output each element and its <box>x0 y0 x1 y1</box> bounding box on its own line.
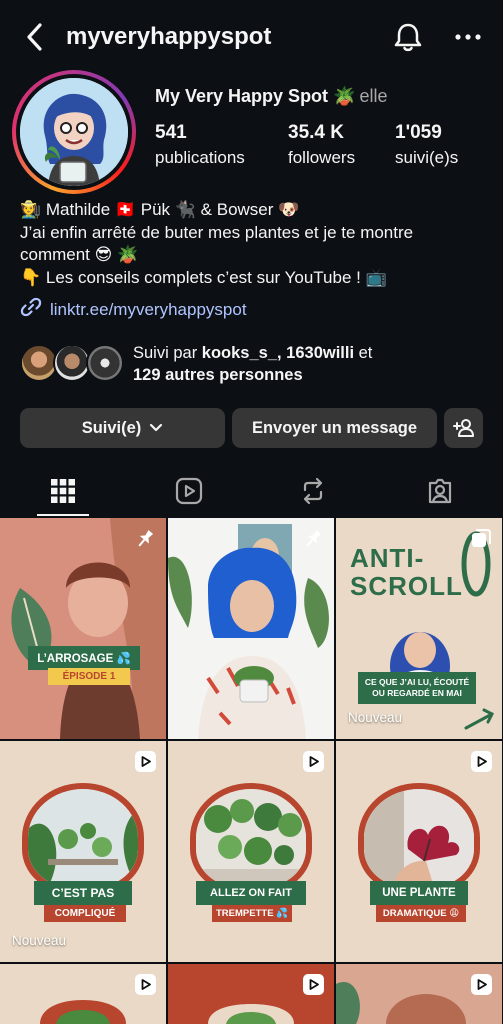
followed-prefix: Suivi par <box>133 344 202 362</box>
profile-avatar[interactable] <box>12 70 136 194</box>
reel-icon <box>135 974 156 995</box>
stat-label: publications <box>155 148 245 167</box>
bio-line: 🧑‍🌾 Mathilde 🇨🇭 Pük 🐈‍⬛ & Bowser 🐶 <box>20 200 300 219</box>
bio-link-text: linktr.ee/myveryhappyspot <box>50 299 247 319</box>
avatar <box>86 344 124 382</box>
bio-line: comment 😎 🪴 <box>20 245 139 264</box>
tab-reposts[interactable] <box>250 466 376 516</box>
following-button-label: Suivi(e) <box>81 418 142 437</box>
reposts-icon <box>299 477 327 505</box>
post-title: UNE PLANTE <box>370 881 468 905</box>
post-thumbnail[interactable] <box>168 964 334 1024</box>
post-title: C’EST PAS <box>34 881 132 905</box>
post-new-label: Nouveau <box>348 710 403 725</box>
avatar-illustration <box>20 78 128 186</box>
post-thumbnail[interactable] <box>0 964 166 1024</box>
post-subtitle: TREMPETTE 💦 <box>212 905 292 922</box>
bio-line: J’ai enfin arrêté de buter mes plantes e… <box>20 222 414 242</box>
followed-others: 129 autres personnes <box>133 366 303 384</box>
tab-tagged[interactable] <box>377 466 503 516</box>
top-bar: myveryhappyspot <box>0 0 503 74</box>
reel-icon <box>471 751 492 772</box>
chevron-left-icon[interactable] <box>20 20 50 54</box>
grid-icon <box>50 478 76 504</box>
bio-line: 👇 Les conseils complets c’est sur YouTub… <box>20 267 387 287</box>
message-button-label: Envoyer un message <box>251 418 418 437</box>
bell-icon[interactable] <box>392 20 424 54</box>
post-subtitle: DRAMATIQUE 😩 <box>376 905 466 922</box>
followed-names: kooks_s_, 1630willi <box>201 344 355 362</box>
posts-grid: L’ARROSAGE 💦 ÉPISODE 1 ANTI-SCROLL CE QU… <box>0 518 503 1024</box>
pin-icon <box>134 528 156 555</box>
post-image-frame <box>358 783 480 893</box>
post-thumbnail[interactable]: UNE PLANTE DRAMATIQUE 😩 <box>336 741 502 962</box>
followed-by-text[interactable]: Suivi par kooks_s_, 1630willi et 129 aut… <box>133 342 372 386</box>
stat-followers[interactable]: 35.4 K followers <box>288 120 355 170</box>
post-subtitle: COMPLIQUÉ <box>44 905 126 922</box>
followed-by-avatars[interactable] <box>20 344 124 382</box>
profile-bio: 🧑‍🌾 Mathilde 🇨🇭 Pük 🐈‍⬛ & Bowser 🐶 J’ai … <box>20 199 490 289</box>
reel-icon <box>303 974 324 995</box>
followed-mid: et <box>354 344 373 362</box>
reel-icon <box>303 751 324 772</box>
tab-grid[interactable] <box>0 466 126 516</box>
post-image-frame <box>190 783 312 893</box>
post-thumbnail[interactable]: ALLEZ ON FAIT TREMPETTE 💦 <box>168 741 334 962</box>
link-icon <box>20 296 42 323</box>
post-thumbnail[interactable]: C’EST PAS COMPLIQUÉ Nouveau <box>0 741 166 962</box>
post-title: ALLEZ ON FAIT <box>196 881 306 905</box>
chevron-down-icon <box>149 423 163 433</box>
stat-following[interactable]: 1'059 suivi(e)s <box>395 120 458 170</box>
stat-label: followers <box>288 148 356 167</box>
post-thumbnail[interactable] <box>336 964 502 1024</box>
tagged-icon <box>426 477 454 505</box>
post-image-frame <box>22 783 144 893</box>
post-new-label: Nouveau <box>12 933 67 948</box>
stat-label: suivi(e)s <box>395 148 459 167</box>
post-thumbnail[interactable]: ANTI-SCROLL CE QUE J’AI LU, ÉCOUTÉ OU RE… <box>336 518 502 739</box>
pin-icon <box>302 528 324 555</box>
active-tab-indicator <box>37 514 89 516</box>
display-name-text: My Very Happy Spot 🪴 <box>155 86 356 106</box>
post-title: ANTI-SCROLL <box>350 543 463 601</box>
stat-value: 35.4 K <box>288 122 344 143</box>
ellipsis-icon[interactable] <box>452 22 484 52</box>
post-title: L’ARROSAGE 💦 <box>28 646 140 670</box>
add-person-icon <box>452 418 475 438</box>
post-thumbnail[interactable] <box>168 518 334 739</box>
pronoun-text: elle <box>359 86 388 106</box>
add-person-button[interactable] <box>444 408 483 448</box>
reels-icon <box>175 477 203 505</box>
stat-publications[interactable]: 541 publications <box>155 120 245 170</box>
profile-tabs <box>0 466 503 516</box>
stat-value: 1'059 <box>395 122 442 143</box>
tab-reels[interactable] <box>126 466 252 516</box>
post-thumbnail[interactable]: L’ARROSAGE 💦 ÉPISODE 1 <box>0 518 166 739</box>
post-subtitle: CE QUE J’AI LU, ÉCOUTÉ OU REGARDÉ EN MAI <box>358 672 476 704</box>
profile-username: myveryhappyspot <box>66 23 272 50</box>
profile-display-name: My Very Happy Spot 🪴 elle <box>155 86 388 107</box>
stat-value: 541 <box>155 122 187 143</box>
reel-icon <box>471 974 492 995</box>
post-subtitle: ÉPISODE 1 <box>48 668 130 685</box>
reel-icon <box>135 751 156 772</box>
message-button[interactable]: Envoyer un message <box>232 408 437 448</box>
carousel-icon <box>470 528 492 555</box>
following-button[interactable]: Suivi(e) <box>20 408 225 448</box>
bio-link[interactable]: linktr.ee/myveryhappyspot <box>20 296 247 323</box>
